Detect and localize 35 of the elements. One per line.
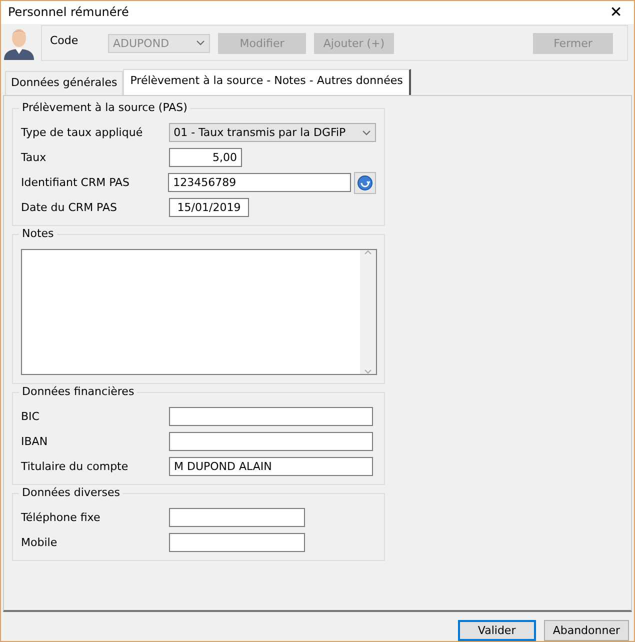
group-title: Données financières — [19, 385, 138, 398]
chevron-down-icon — [196, 40, 205, 46]
refresh-icon — [357, 174, 374, 190]
input-field[interactable] — [169, 533, 305, 552]
field-label: Téléphone fixe — [21, 511, 102, 524]
field-label: Date du CRM PAS — [21, 201, 118, 214]
notes-field[interactable] — [21, 249, 377, 375]
input-field[interactable]: M DUPOND ALAIN — [169, 457, 373, 476]
chevron-down-icon — [362, 130, 371, 136]
field-label: Taux — [21, 151, 48, 164]
field-label: Identifiant CRM PAS — [21, 176, 131, 189]
input-field[interactable] — [169, 407, 373, 426]
close-button[interactable]: ✕ — [604, 3, 628, 22]
input-field[interactable] — [169, 508, 305, 527]
window-title: Personnel rémunéré — [8, 5, 129, 20]
field-label: Titulaire du compte — [21, 460, 130, 473]
field-label: Type de taux appliqué — [21, 126, 144, 139]
field-label: IBAN — [21, 435, 49, 448]
tab[interactable]: Données générales — [5, 71, 124, 95]
person-avatar-icon — [3, 26, 35, 60]
refresh-button[interactable] — [354, 172, 376, 194]
group-title: Données diverses — [19, 486, 123, 499]
dialog-button[interactable]: Valider — [458, 620, 536, 641]
rate-type-select[interactable]: 01 - Taux transmis par la DGFiP — [168, 123, 376, 142]
input-field[interactable]: 5,00 — [169, 148, 242, 167]
group-title: Prélèvement à la source (PAS) — [19, 101, 190, 114]
input-field[interactable]: 123456789 — [168, 173, 352, 192]
input-field[interactable] — [169, 432, 373, 451]
dialog-button[interactable]: Abandonner — [544, 620, 629, 641]
field-label: BIC — [21, 410, 40, 423]
group-title: Notes — [19, 227, 57, 240]
tab[interactable]: Prélèvement à la source - Notes - Autres données — [123, 69, 411, 95]
input-field[interactable]: 15/01/2019 — [169, 198, 249, 217]
code-label: Code — [50, 34, 80, 47]
field-label: Mobile — [21, 536, 58, 549]
